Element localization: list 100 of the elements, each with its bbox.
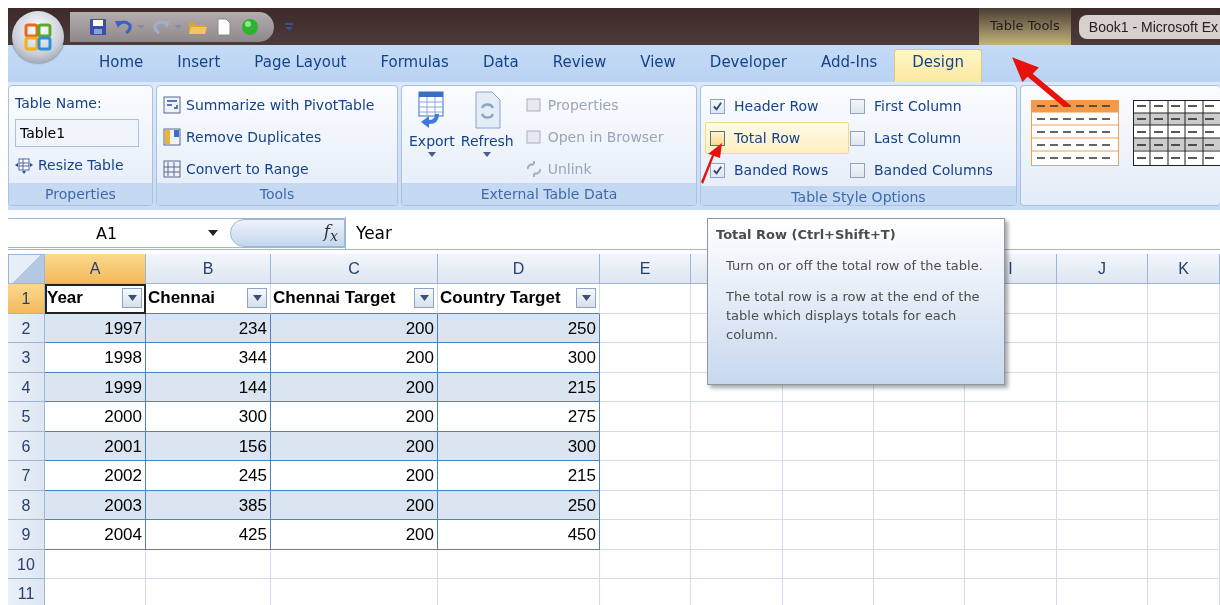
sheet-cell[interactable]	[874, 490, 965, 520]
table-name-field[interactable]: Table1	[15, 119, 139, 147]
sheet-cell[interactable]	[874, 520, 965, 550]
row-header[interactable]: 11	[8, 579, 45, 605]
sheet-cell[interactable]	[600, 284, 691, 314]
sheet-cell[interactable]	[1148, 549, 1220, 579]
ribbon-tab[interactable]: Home	[82, 49, 161, 82]
column-header[interactable]: J	[1057, 254, 1148, 284]
large-ribbon-button[interactable]: Refresh	[459, 90, 515, 183]
sheet-cell[interactable]	[1148, 461, 1220, 491]
ribbon-tab[interactable]: Developer	[692, 49, 804, 82]
checkbox[interactable]	[850, 98, 865, 114]
sheet-cell[interactable]	[965, 431, 1057, 461]
sheet-cell[interactable]	[600, 402, 691, 432]
sheet-cell[interactable]	[965, 520, 1057, 550]
column-heading-cell[interactable]: Chennai	[146, 284, 271, 314]
ribbon-tab[interactable]: Page Layout	[237, 49, 364, 82]
caret-icon[interactable]	[137, 23, 145, 30]
sheet-cell[interactable]	[271, 549, 438, 579]
sheet-cell[interactable]	[600, 520, 691, 550]
column-header[interactable]: C	[271, 254, 438, 284]
ribbon-tab[interactable]: Insert	[160, 49, 238, 82]
ribbon-tab[interactable]: Add-Ins	[804, 49, 895, 82]
row-header[interactable]: 9	[8, 520, 45, 550]
ribbon-tab[interactable]: Formulas	[363, 49, 466, 82]
row-header[interactable]: 2	[8, 313, 45, 343]
tool-command[interactable]: Convert to Range	[163, 154, 391, 183]
row-header[interactable]: 7	[8, 461, 45, 491]
column-header[interactable]: K	[1148, 254, 1220, 284]
ribbon-tab[interactable]: View	[623, 49, 693, 82]
sheet-cell[interactable]	[965, 402, 1057, 432]
sheet-cell[interactable]	[783, 431, 874, 461]
sheet-cell[interactable]	[691, 461, 783, 491]
filter-button[interactable]	[576, 288, 596, 309]
sheet-cell[interactable]	[691, 402, 783, 432]
circle-icon[interactable]	[240, 16, 260, 37]
checkbox[interactable]	[710, 162, 725, 178]
table-style-thumbnail[interactable]	[1133, 100, 1220, 166]
document-icon[interactable]	[214, 16, 234, 37]
sheet-cell[interactable]	[1057, 343, 1148, 373]
select-all-corner[interactable]	[8, 254, 45, 284]
sheet-cell[interactable]	[691, 520, 783, 550]
sheet-cell[interactable]	[783, 461, 874, 491]
resize-table-button[interactable]: Resize Table	[15, 150, 146, 179]
row-header[interactable]: 8	[8, 490, 45, 520]
sheet-cell[interactable]	[783, 402, 874, 432]
sheet-cell[interactable]	[45, 549, 146, 579]
sheet-cell[interactable]	[1057, 313, 1148, 343]
save-icon[interactable]	[88, 16, 108, 37]
sheet-cell[interactable]	[874, 461, 965, 491]
filter-button[interactable]	[414, 288, 434, 309]
checkbox[interactable]	[850, 162, 865, 178]
table-style-thumbnail[interactable]	[1031, 100, 1119, 166]
row-header[interactable]: 3	[8, 343, 45, 373]
column-header[interactable]: B	[146, 254, 271, 284]
sheet-cell[interactable]	[691, 490, 783, 520]
checkbox[interactable]	[710, 130, 725, 146]
style-option-checkbox[interactable]: Total Row	[705, 122, 849, 154]
sheet-cell[interactable]	[783, 520, 874, 550]
row-header[interactable]: 4	[8, 372, 45, 402]
customize-caret-icon[interactable]	[284, 21, 294, 32]
sheet-cell[interactable]	[874, 402, 965, 432]
column-heading-cell[interactable]: Year	[45, 284, 146, 314]
sheet-cell[interactable]	[965, 490, 1057, 520]
sheet-cell[interactable]	[874, 549, 965, 579]
sheet-cell[interactable]	[783, 549, 874, 579]
sheet-cell[interactable]	[965, 461, 1057, 491]
sheet-cell[interactable]	[600, 431, 691, 461]
sheet-cell[interactable]	[1148, 431, 1220, 461]
sheet-cell[interactable]	[1148, 520, 1220, 550]
column-header[interactable]: A	[45, 254, 146, 284]
sheet-cell[interactable]	[1057, 549, 1148, 579]
sheet-cell[interactable]	[1057, 490, 1148, 520]
column-header[interactable]: D	[438, 254, 600, 284]
tool-command[interactable]: Summarize with PivotTable	[163, 90, 391, 119]
sheet-cell[interactable]	[600, 343, 691, 373]
sheet-cell[interactable]	[438, 549, 600, 579]
sheet-cell[interactable]	[600, 490, 691, 520]
sheet-cell[interactable]	[600, 313, 691, 343]
sheet-cell[interactable]	[600, 461, 691, 491]
sheet-cell[interactable]	[1148, 402, 1220, 432]
sheet-cell[interactable]	[783, 490, 874, 520]
sheet-cell[interactable]	[1148, 490, 1220, 520]
filter-button[interactable]	[122, 288, 142, 309]
sheet-cell[interactable]	[1148, 313, 1220, 343]
sheet-cell[interactable]	[1148, 343, 1220, 373]
sheet-cell[interactable]	[1057, 461, 1148, 491]
sheet-cell[interactable]	[1148, 284, 1220, 314]
sheet-cell[interactable]	[874, 431, 965, 461]
name-box[interactable]: A1	[8, 223, 230, 243]
sheet-cell[interactable]	[691, 431, 783, 461]
row-header[interactable]: 6	[8, 431, 45, 461]
column-heading-cell[interactable]: Chennai Target	[271, 284, 438, 314]
filter-button[interactable]	[247, 288, 267, 309]
ribbon-tab[interactable]: Design	[894, 49, 982, 82]
sheet-cell[interactable]	[146, 549, 271, 579]
column-header[interactable]: E	[600, 254, 691, 284]
sheet-cell[interactable]	[1057, 431, 1148, 461]
checkbox[interactable]	[710, 98, 725, 114]
sheet-cell[interactable]	[1148, 372, 1220, 402]
